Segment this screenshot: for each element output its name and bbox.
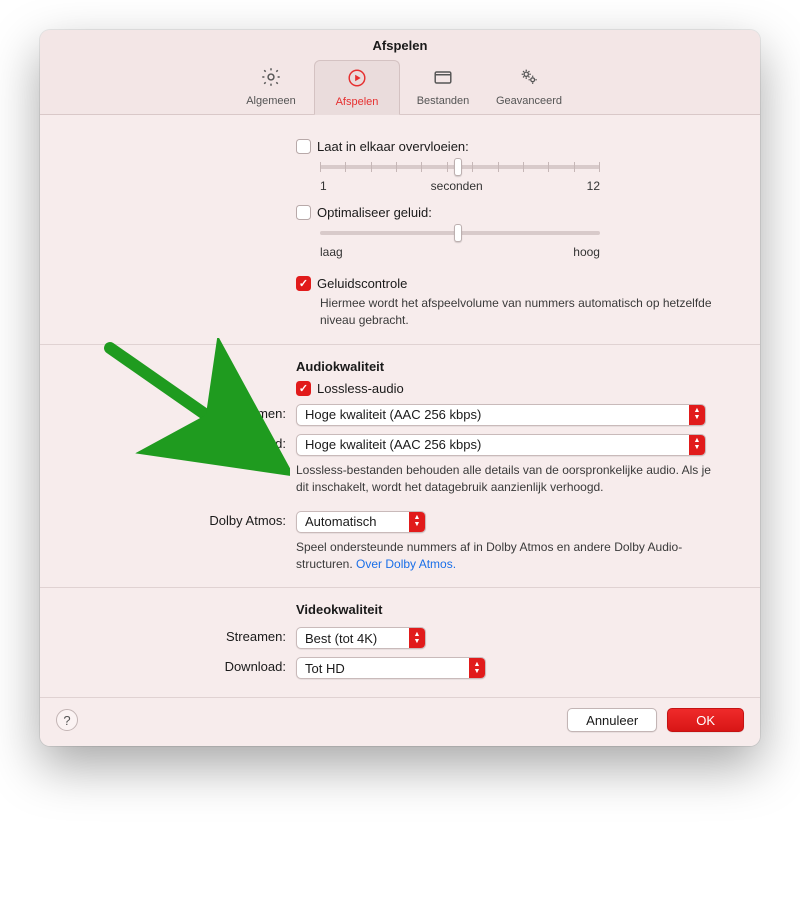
cancel-button[interactable]: Annuleer bbox=[567, 708, 657, 732]
tab-label: Bestanden bbox=[417, 95, 470, 107]
video-quality-heading: Videokwaliteit bbox=[296, 602, 732, 617]
checkbox-checked-icon bbox=[296, 276, 311, 291]
gear-icon bbox=[233, 66, 309, 93]
slider-high-label: hoog bbox=[573, 245, 600, 259]
toolbar-tabs: Algemeen Afspelen Bestan bbox=[40, 59, 760, 114]
ok-label: OK bbox=[696, 713, 715, 728]
soundcheck-label: Geluidscontrole bbox=[317, 276, 407, 291]
gears-icon bbox=[491, 66, 567, 93]
checkbox-icon bbox=[296, 205, 311, 220]
video-stream-label: Streamen: bbox=[68, 627, 296, 644]
chevron-updown-icon: ▲▼ bbox=[409, 512, 425, 532]
select-value: Hoge kwaliteit (AAC 256 kbps) bbox=[305, 407, 689, 422]
video-stream-select[interactable]: Best (tot 4K) ▲▼ bbox=[296, 627, 426, 649]
slider-unit-label: seconden bbox=[431, 179, 483, 193]
section-divider bbox=[40, 344, 760, 345]
checkbox-icon bbox=[296, 139, 311, 154]
dolby-note-text: Speel ondersteunde nummers af in Dolby A… bbox=[296, 540, 682, 571]
tab-label: Algemeen bbox=[246, 95, 296, 107]
video-download-select[interactable]: Tot HD ▲▼ bbox=[296, 657, 486, 679]
select-value: Automatisch bbox=[305, 514, 409, 529]
optimize-label: Optimaliseer geluid: bbox=[317, 205, 432, 220]
play-circle-icon bbox=[319, 67, 395, 94]
footer: ? Annuleer OK bbox=[40, 697, 760, 746]
tab-label: Geavanceerd bbox=[496, 95, 562, 107]
soundcheck-description: Hiermee wordt het afspeelvolume van numm… bbox=[320, 295, 732, 330]
tab-general[interactable]: Algemeen bbox=[228, 59, 314, 114]
soundcheck-checkbox[interactable]: Geluidscontrole bbox=[296, 276, 407, 291]
lossless-label: Lossless-audio bbox=[317, 381, 404, 396]
lossless-checkbox[interactable]: Lossless-audio bbox=[296, 381, 404, 396]
select-value: Hoge kwaliteit (AAC 256 kbps) bbox=[305, 437, 689, 452]
chevron-updown-icon: ▲▼ bbox=[689, 435, 705, 455]
tab-advanced[interactable]: Geavanceerd bbox=[486, 59, 572, 114]
video-download-label: Download: bbox=[68, 657, 296, 674]
chevron-updown-icon: ▲▼ bbox=[469, 658, 485, 678]
chevron-updown-icon: ▲▼ bbox=[409, 628, 425, 648]
section-divider bbox=[40, 587, 760, 588]
slider-low-label: laag bbox=[320, 245, 343, 259]
tab-playback[interactable]: Afspelen bbox=[314, 60, 400, 115]
window-title: Afspelen bbox=[40, 38, 760, 53]
folder-icon bbox=[405, 66, 481, 93]
chevron-updown-icon: ▲▼ bbox=[689, 405, 705, 425]
dolby-link[interactable]: Over Dolby Atmos. bbox=[356, 557, 456, 571]
cancel-label: Annuleer bbox=[586, 713, 638, 728]
select-value: Tot HD bbox=[305, 661, 469, 676]
crossfade-checkbox[interactable]: Laat in elkaar overvloeien: bbox=[296, 139, 469, 154]
optimize-checkbox[interactable]: Optimaliseer geluid: bbox=[296, 205, 432, 220]
audio-download-select[interactable]: Hoge kwaliteit (AAC 256 kbps) ▲▼ bbox=[296, 434, 706, 456]
preferences-body: Laat in elkaar overvloeien: 1 seconden 1… bbox=[40, 115, 760, 697]
help-button[interactable]: ? bbox=[56, 709, 78, 731]
crossfade-label: Laat in elkaar overvloeien: bbox=[317, 139, 469, 154]
slider-min-label: 1 bbox=[320, 179, 327, 193]
window-header: Afspelen Algemeen Afspelen bbox=[40, 30, 760, 115]
tab-label: Afspelen bbox=[336, 96, 379, 108]
audio-stream-select[interactable]: Hoge kwaliteit (AAC 256 kbps) ▲▼ bbox=[296, 404, 706, 426]
stream-label: Streamen: bbox=[68, 404, 296, 421]
slider-max-label: 12 bbox=[587, 179, 600, 193]
help-icon: ? bbox=[63, 713, 70, 728]
download-label: Download: bbox=[68, 434, 296, 451]
crossfade-slider[interactable]: 1 seconden 12 bbox=[320, 165, 600, 193]
optimize-slider[interactable]: laag hoog bbox=[320, 231, 600, 259]
preferences-window: Afspelen Algemeen Afspelen bbox=[40, 30, 760, 746]
tab-files[interactable]: Bestanden bbox=[400, 59, 486, 114]
ok-button[interactable]: OK bbox=[667, 708, 744, 732]
audio-quality-heading: Audiokwaliteit bbox=[296, 359, 732, 374]
dolby-label: Dolby Atmos: bbox=[68, 511, 296, 528]
dolby-note: Speel ondersteunde nummers af in Dolby A… bbox=[296, 539, 716, 574]
select-value: Best (tot 4K) bbox=[305, 631, 409, 646]
dolby-select[interactable]: Automatisch ▲▼ bbox=[296, 511, 426, 533]
checkbox-checked-icon bbox=[296, 381, 311, 396]
lossless-note: Lossless-bestanden behouden alle details… bbox=[296, 462, 716, 497]
